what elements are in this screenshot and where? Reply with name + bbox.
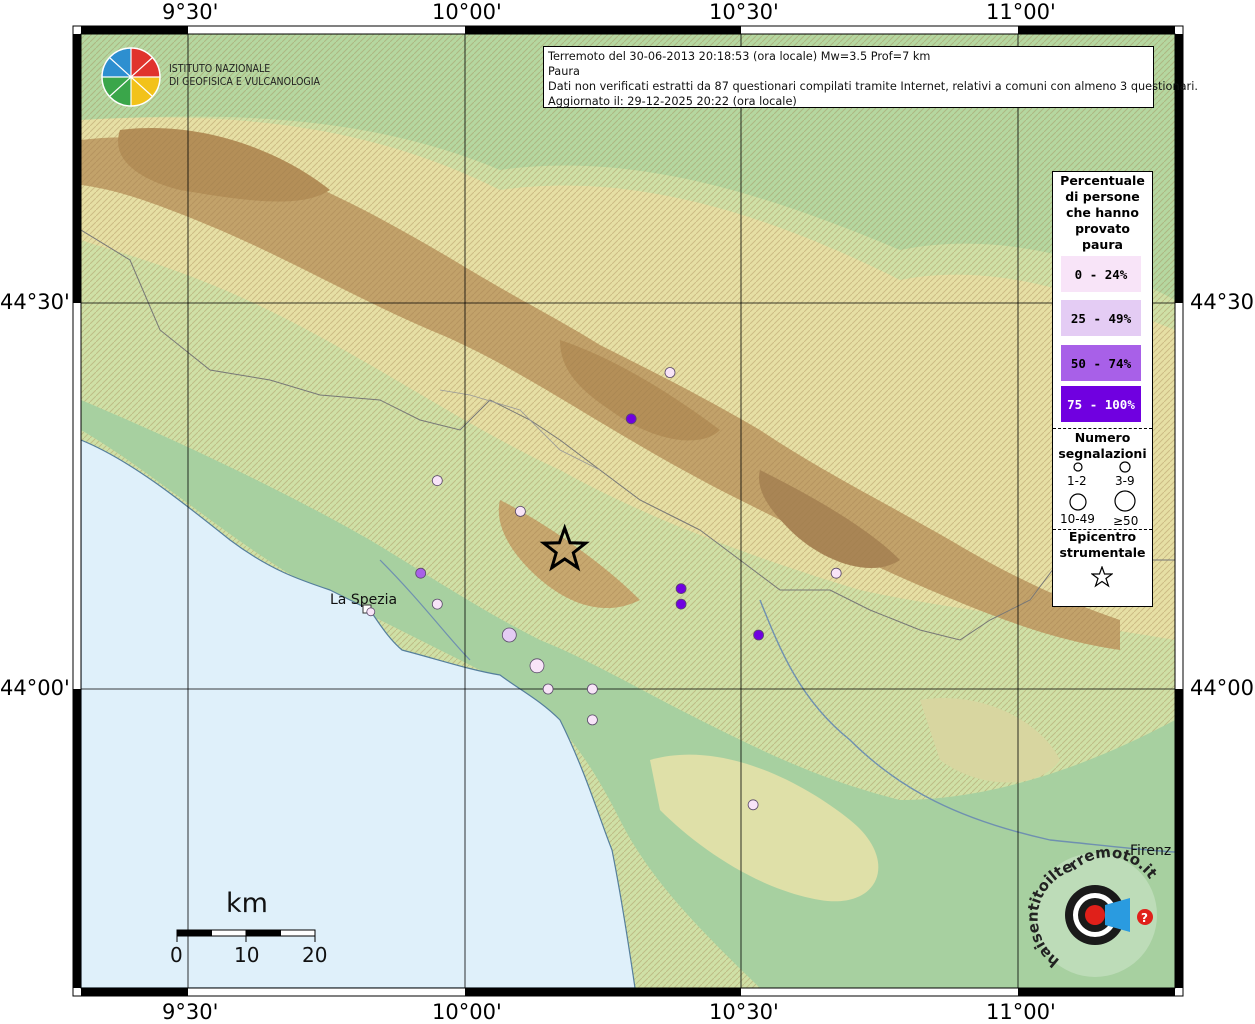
lon-tick-top-2: 10°00'	[432, 0, 502, 24]
scale-tick-20: 20	[302, 943, 328, 967]
size-symbols	[1069, 461, 1136, 512]
felt-report-point	[587, 714, 598, 726]
lat-tick-left-2: 44°00'	[0, 676, 70, 700]
felt-report-point	[587, 683, 598, 695]
scale-tick-10: 10	[234, 943, 260, 967]
felt-report-point	[431, 598, 443, 610]
felt-report-point	[664, 367, 676, 378]
size-label-1-2: 1-2	[1067, 474, 1087, 488]
institute-name: ISTITUTO NAZIONALE DI GEOFISICA E VULCAN…	[169, 63, 320, 89]
epicenter-title-line-1: Epicentro	[1068, 529, 1137, 544]
legend: Percentuale di persone che hanno provato…	[1052, 171, 1153, 607]
lon-tick-top-3: 10°30'	[709, 0, 779, 24]
felt-report-point	[515, 505, 526, 517]
scale-tick-0: 0	[170, 943, 183, 967]
felt-report-point	[529, 658, 545, 674]
felt-report-point	[542, 683, 554, 695]
size-label-3-9: 3-9	[1115, 474, 1135, 488]
place-label-firenze: Firenz	[1130, 843, 1172, 859]
felt-report-point	[830, 567, 842, 579]
legend-title-line-3: che hanno	[1066, 205, 1139, 220]
legend-class-2: 50 - 74%	[1061, 345, 1141, 381]
count-title-line-1: Numero	[1074, 430, 1131, 445]
epicenter-legend-star-icon	[1091, 566, 1113, 588]
felt-report-point	[747, 799, 759, 811]
legend-title-line-1: Percentuale	[1060, 173, 1145, 188]
lon-tick-bottom-4: 11°00'	[986, 1000, 1056, 1024]
felt-report-point	[501, 627, 517, 643]
terrain-layer	[81, 34, 1175, 988]
legend-class-0: 0 - 24%	[1061, 256, 1141, 292]
institute-line-1: ISTITUTO NAZIONALE	[169, 63, 271, 75]
lon-tick-top-4: 11°00'	[986, 0, 1056, 24]
felt-report-point	[625, 413, 637, 425]
felt-report-point	[675, 598, 687, 610]
legend-class-1: 25 - 49%	[1061, 300, 1141, 336]
legend-divider-1	[1053, 428, 1152, 429]
count-legend-title: Numero segnalazioni	[1053, 430, 1152, 462]
legend-title-line-5: paura	[1082, 237, 1123, 252]
size-label-10-49: 10-49	[1060, 512, 1095, 526]
ingv-logo-icon	[101, 47, 161, 107]
epicenter-legend-title: Epicentro strumentale	[1053, 529, 1152, 561]
scale-unit: km	[226, 888, 268, 919]
lon-tick-bottom-3: 10°30'	[709, 1000, 779, 1024]
lat-tick-left-1: 44°30'	[0, 290, 70, 314]
legend-class-3: 75 - 100%	[1061, 386, 1141, 422]
data-note: Dati non verificati estratti da 87 quest…	[548, 80, 1198, 93]
epicenter-title-line-2: strumentale	[1059, 545, 1146, 560]
lon-tick-top-1: 9°30'	[162, 0, 219, 24]
felt-report-point	[675, 583, 687, 594]
size-label-50-plus: ≥50	[1113, 514, 1139, 528]
map-subject: Paura	[548, 65, 580, 78]
lon-tick-bottom-2: 10°00'	[432, 1000, 502, 1024]
legend-title-line-2: di persone	[1065, 189, 1140, 204]
lat-tick-right-1: 44°30'	[1190, 290, 1255, 314]
felt-report-point	[753, 629, 764, 641]
place-label-la-spezia: La Spezia	[330, 592, 398, 608]
update-timestamp: Aggiornato il: 29-12-2025 20:22 (ora loc…	[548, 95, 797, 108]
legend-title: Percentuale di persone che hanno provato…	[1053, 173, 1152, 253]
felt-report-point	[415, 567, 427, 579]
lat-tick-right-2: 44°00'	[1190, 676, 1255, 700]
event-info-box: Terremoto del 30-06-2013 20:18:53 (ora l…	[543, 46, 1198, 108]
felt-report-point	[366, 607, 376, 617]
svg-text:?: ?	[1141, 911, 1148, 925]
institute-line-2: DI GEOFISICA E VULCANOLOGIA	[169, 76, 321, 88]
event-title: Terremoto del 30-06-2013 20:18:53 (ora l…	[548, 50, 931, 63]
legend-title-line-4: provato	[1075, 221, 1130, 236]
lon-tick-bottom-1: 9°30'	[162, 1000, 219, 1024]
felt-report-point	[431, 475, 443, 487]
